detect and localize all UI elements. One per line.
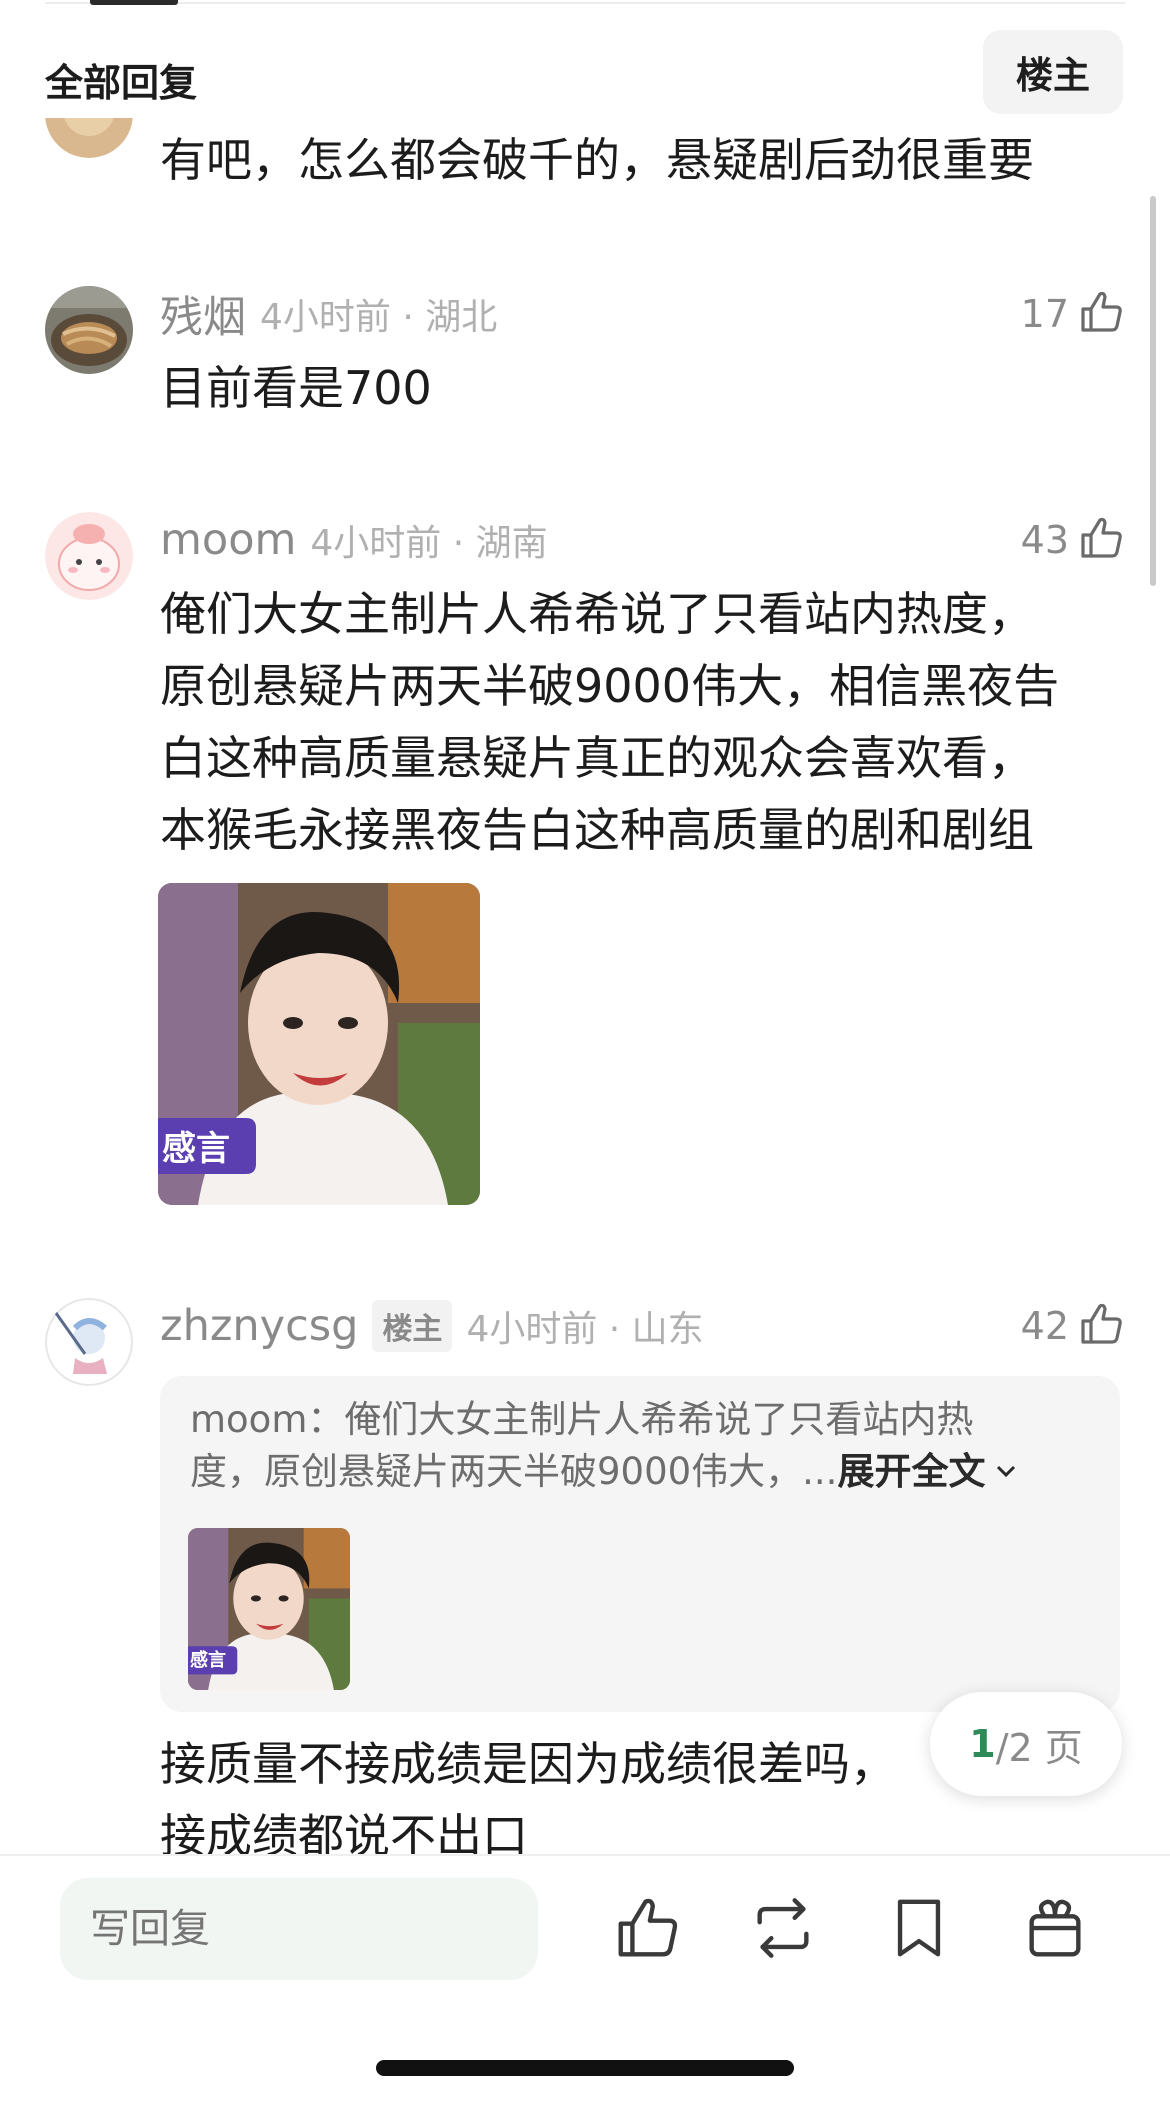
gift-button[interactable]: [1020, 1892, 1090, 1964]
comment-line: 俺们大女主制片人希希说了只看站内热度，: [160, 587, 1034, 641]
like-count: 17: [1020, 292, 1069, 336]
like-button[interactable]: 42: [1021, 1296, 1125, 1356]
replies-header: 全部回复 楼主: [0, 24, 1170, 118]
thumbs-up-icon: [1077, 1300, 1125, 1352]
time-location: 4小时前 · 湖北: [260, 297, 498, 338]
quoted-reply[interactable]: moom：俺们大女主制片人希希说了只看站内热 度，原创悬疑片两天半破9000伟大…: [160, 1376, 1120, 1712]
sticker-image[interactable]: 感言: [158, 883, 480, 1205]
comment-text: 目前看是700: [160, 361, 432, 415]
tab-indicator: [90, 0, 178, 5]
page-indicator[interactable]: 1 /2 页: [930, 1692, 1122, 1796]
thumbs-up-icon: [1077, 514, 1125, 566]
gift-icon: [1020, 1899, 1090, 1968]
time-location: 4小时前 · 山东: [466, 1309, 704, 1350]
current-page: 1: [969, 1722, 996, 1766]
avatar[interactable]: [45, 286, 133, 374]
home-indicator: [376, 2060, 794, 2076]
sticker-caption: 感言: [190, 1650, 226, 1671]
comment-line: 白这种高质量悬疑片真正的观众会喜欢看，: [160, 731, 1034, 785]
avatar[interactable]: [45, 1298, 133, 1386]
expand-full-text-link[interactable]: 展开全文: [837, 1446, 985, 1498]
like-button[interactable]: 17: [1021, 284, 1125, 344]
quote-line: 度，原创悬疑片两天半破9000伟大，...: [190, 1450, 838, 1493]
username[interactable]: 残烟: [160, 283, 246, 345]
sticker-caption: 感言: [162, 1129, 230, 1169]
bookmark-button[interactable]: [884, 1892, 954, 1964]
time-location: 4小时前 · 湖南: [310, 523, 548, 564]
comment-text: 有吧，怎么都会破千的，悬疑剧后劲很重要: [160, 133, 1034, 187]
reply-input[interactable]: [60, 1878, 538, 1980]
op-badge: 楼主: [372, 1300, 453, 1352]
chevron-down-icon[interactable]: [993, 1446, 1019, 1498]
section-title: 全部回复: [45, 61, 198, 105]
avatar[interactable]: [45, 512, 133, 600]
like-post-button[interactable]: [612, 1892, 682, 1964]
quote-line: moom：俺们大女主制片人希希说了只看站内热: [190, 1398, 974, 1441]
scrollbar[interactable]: [1150, 196, 1156, 586]
top-divider: [45, 2, 1125, 4]
op-only-filter-button[interactable]: 楼主: [983, 30, 1123, 114]
comment-meta: moom 4小时前 · 湖南: [160, 510, 548, 570]
like-count: 42: [1020, 1304, 1069, 1348]
thumbs-up-icon: [1077, 288, 1125, 340]
like-count: 43: [1020, 518, 1069, 562]
like-button[interactable]: 43: [1021, 510, 1125, 570]
username[interactable]: moom: [160, 515, 296, 565]
thumbs-up-icon: [612, 1898, 682, 1968]
username[interactable]: zhznycsg: [160, 1301, 358, 1351]
repost-button[interactable]: [748, 1892, 818, 1964]
bookmark-icon: [884, 1899, 954, 1968]
quote-sticker-image[interactable]: 感言: [188, 1528, 350, 1690]
comment-line: 原创悬疑片两天半破9000伟大，相信黑夜告: [160, 659, 1060, 713]
repost-icon: [748, 1898, 818, 1968]
total-pages: /2 页: [995, 1725, 1083, 1770]
bottom-action-bar: [0, 1854, 1170, 2112]
comment-meta: zhznycsg 楼主 4小时前 · 山东: [160, 1296, 704, 1356]
quote-text: moom：俺们大女主制片人希希说了只看站内热 度，原创悬疑片两天半破9000伟大…: [190, 1394, 1090, 1498]
comment-meta: 残烟 4小时前 · 湖北: [160, 284, 497, 344]
comment-line: 本猴毛永接黑夜告白这种高质量的剧和剧组: [160, 803, 1034, 857]
